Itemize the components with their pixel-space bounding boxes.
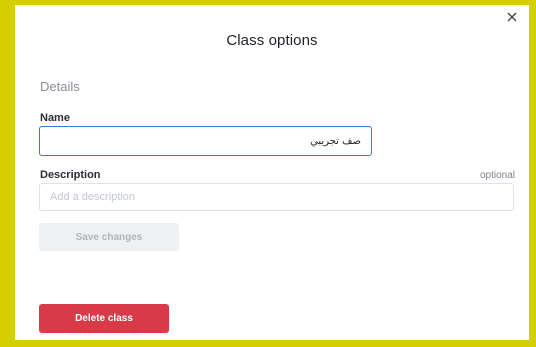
close-icon[interactable]	[504, 9, 520, 25]
dialog-title: Class options	[226, 32, 318, 49]
name-label: Name	[40, 112, 70, 124]
description-label: Description	[40, 169, 101, 181]
frame-bottom-border	[0, 340, 536, 347]
optional-label: optional	[479, 170, 515, 181]
details-heading: Details	[40, 79, 80, 94]
description-input[interactable]	[39, 183, 514, 211]
save-changes-button[interactable]: Save changes	[39, 223, 179, 251]
delete-class-button[interactable]: Delete class	[39, 304, 169, 333]
frame-left-border	[0, 0, 15, 347]
class-options-dialog: Class options Details Name Description o…	[15, 5, 529, 340]
name-input[interactable]	[39, 126, 372, 156]
frame-right-border	[529, 0, 536, 347]
